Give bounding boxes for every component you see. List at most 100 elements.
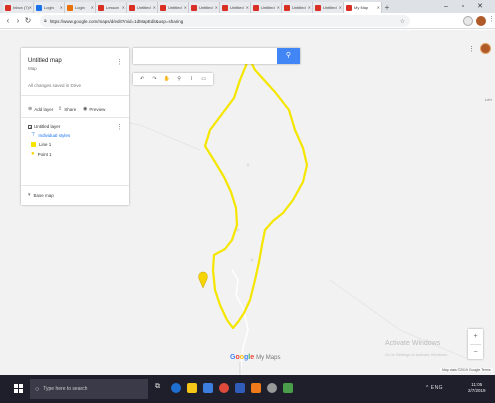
divider <box>21 117 129 118</box>
search-button[interactable]: ⚲ <box>277 48 300 64</box>
browser-tab[interactable]: Untitled ✕ <box>282 2 313 13</box>
forward-icon[interactable]: › <box>13 16 23 25</box>
browser-tab[interactable]: Untitled ✕ <box>251 2 282 13</box>
tab-favicon-icon <box>222 4 228 11</box>
individual-styles-label: Individual styles <box>38 132 71 138</box>
activate-windows-subtext: Go to Settings to activate Windows. <box>385 352 449 357</box>
tab-favicon-icon <box>253 4 259 11</box>
map-search-input[interactable] <box>133 48 300 64</box>
close-icon[interactable]: ✕ <box>60 5 63 10</box>
close-icon[interactable]: ✕ <box>308 5 311 10</box>
word-icon[interactable] <box>235 383 245 393</box>
map-place-dot <box>236 228 240 232</box>
share-button[interactable]: ⇪ Share <box>58 106 76 112</box>
browser-tab[interactable]: Login ✕ <box>65 2 96 13</box>
back-icon[interactable]: ‹ <box>3 16 13 25</box>
hand-icon[interactable]: ✋ <box>163 76 171 82</box>
map-title[interactable]: Untitled map <box>28 58 62 64</box>
close-icon[interactable]: ✕ <box>339 5 342 10</box>
add-layer-button[interactable]: ⊕ Add layer <box>28 106 53 112</box>
minimize-button[interactable]: – <box>439 0 453 13</box>
browser-tab[interactable]: Lesson ✕ <box>96 2 127 13</box>
layer-visibility-checkbox[interactable]: ✓ <box>28 125 32 130</box>
base-map-toggle[interactable]: ▾ Base map <box>28 192 54 198</box>
lock-icon: 🔒︎ <box>44 18 47 24</box>
redo-icon[interactable]: ↷ <box>150 76 158 82</box>
tab-favicon-icon <box>36 4 42 11</box>
task-view-icon[interactable]: ⧉ <box>155 383 165 393</box>
maximize-button[interactable]: ▫ <box>456 0 470 13</box>
marker-icon[interactable]: ⚲ <box>175 76 183 82</box>
file-explorer-icon[interactable] <box>187 383 197 393</box>
browser-tab-active[interactable]: My Map ✕ <box>344 2 382 13</box>
share-icon: ⇪ <box>58 106 63 112</box>
map-description[interactable]: Map <box>28 66 37 71</box>
tab-favicon-icon <box>315 4 321 11</box>
close-icon[interactable]: ✕ <box>29 5 32 10</box>
store-icon[interactable] <box>203 383 213 393</box>
ruler-icon[interactable]: ▭ <box>200 76 208 82</box>
tab-favicon-icon <box>160 4 166 11</box>
undo-icon[interactable]: ↶ <box>138 76 146 82</box>
preview-button[interactable]: ◉ Preview <box>83 106 105 112</box>
profile-avatar[interactable] <box>476 16 486 26</box>
browser-menu-icon[interactable]: ⋮ <box>488 15 495 23</box>
layer-options-icon[interactable]: ⋮ <box>116 123 123 131</box>
new-tab-button[interactable]: + <box>382 2 392 13</box>
feature-item[interactable]: Line 1 <box>31 142 51 147</box>
window-close-button[interactable]: ✕ <box>473 0 487 13</box>
close-icon[interactable]: ✕ <box>91 5 94 10</box>
bookmark-star-icon[interactable]: ☆ <box>400 18 405 25</box>
zoom-control: + − <box>468 329 483 359</box>
address-bar[interactable]: 🔒︎ https://www.google.com/maps/d/edit?mi… <box>40 15 410 27</box>
taskbar: ○ Type here to search ⧉ ^ ENG 11:05 2/7/… <box>0 375 495 403</box>
drawing-toolbar: ↶ ↷ ✋ ⚲ ⌇ ▭ <box>133 73 213 85</box>
chrome-icon[interactable] <box>219 383 229 393</box>
browser-tab[interactable]: Login ✕ <box>34 2 65 13</box>
apps-grid-icon[interactable]: ⋮ <box>468 45 475 53</box>
account-avatar[interactable] <box>480 43 491 54</box>
browser-tab[interactable]: Untitled ✕ <box>189 2 220 13</box>
tab-label: Lesson <box>106 5 119 10</box>
system-tray[interactable]: ^ ENG <box>426 385 443 391</box>
browser-tab[interactable]: Untitled ✕ <box>127 2 158 13</box>
google-my-maps-logo: Google My Maps <box>230 354 281 361</box>
line-icon[interactable]: ⌇ <box>187 76 195 82</box>
feature-item[interactable]: ● Point 1 <box>31 151 52 157</box>
taskbar-clock[interactable]: 11:05 2/7/2019 <box>468 382 486 394</box>
close-icon[interactable]: ✕ <box>246 5 249 10</box>
close-icon[interactable]: ✕ <box>377 5 380 10</box>
close-icon[interactable]: ✕ <box>122 5 125 10</box>
edge-browser-icon[interactable] <box>171 383 181 393</box>
preview-icon: ◉ <box>83 106 88 112</box>
vlc-icon[interactable] <box>251 383 261 393</box>
close-icon[interactable]: ✕ <box>153 5 156 10</box>
browser-tab[interactable]: Untitled ✕ <box>313 2 344 13</box>
app-icon[interactable] <box>283 383 293 393</box>
browser-tab[interactable]: Inbox (7) ✕ <box>3 2 34 13</box>
browser-tab[interactable]: Untitled ✕ <box>158 2 189 13</box>
screen: Inbox (7) ✕ Login ✕ Login ✕ Lesson ✕ Untitle… <box>0 0 495 403</box>
extension-icon[interactable] <box>463 16 473 26</box>
map-attribution[interactable]: Map data ©2019 Google Terms <box>440 368 493 372</box>
close-icon[interactable]: ✕ <box>277 5 280 10</box>
close-icon[interactable]: ✕ <box>184 5 187 10</box>
tab-label: Untitled <box>199 5 213 10</box>
settings-icon[interactable] <box>267 383 277 393</box>
windows-start-icon[interactable] <box>14 384 23 393</box>
taskbar-search[interactable]: ○ Type here to search <box>30 379 148 399</box>
tab-label: Untitled <box>168 5 182 10</box>
reload-icon[interactable]: ↻ <box>23 16 33 25</box>
browser-tab[interactable]: Untitled ✕ <box>220 2 251 13</box>
close-icon[interactable]: ✕ <box>215 5 218 10</box>
individual-styles-link[interactable]: ⊤ Individual styles <box>31 132 70 138</box>
feature-label: Line 1 <box>39 142 52 147</box>
divider <box>21 185 129 186</box>
more-options-icon[interactable]: ⋮ <box>116 58 123 66</box>
drawn-line-polygon <box>203 56 309 330</box>
tab-favicon-icon <box>67 4 73 11</box>
layer-name[interactable]: Untitled layer <box>34 124 60 129</box>
zoom-in-button[interactable]: + <box>468 329 483 344</box>
zoom-out-button[interactable]: − <box>468 345 483 360</box>
tab-label: Untitled <box>292 5 306 10</box>
